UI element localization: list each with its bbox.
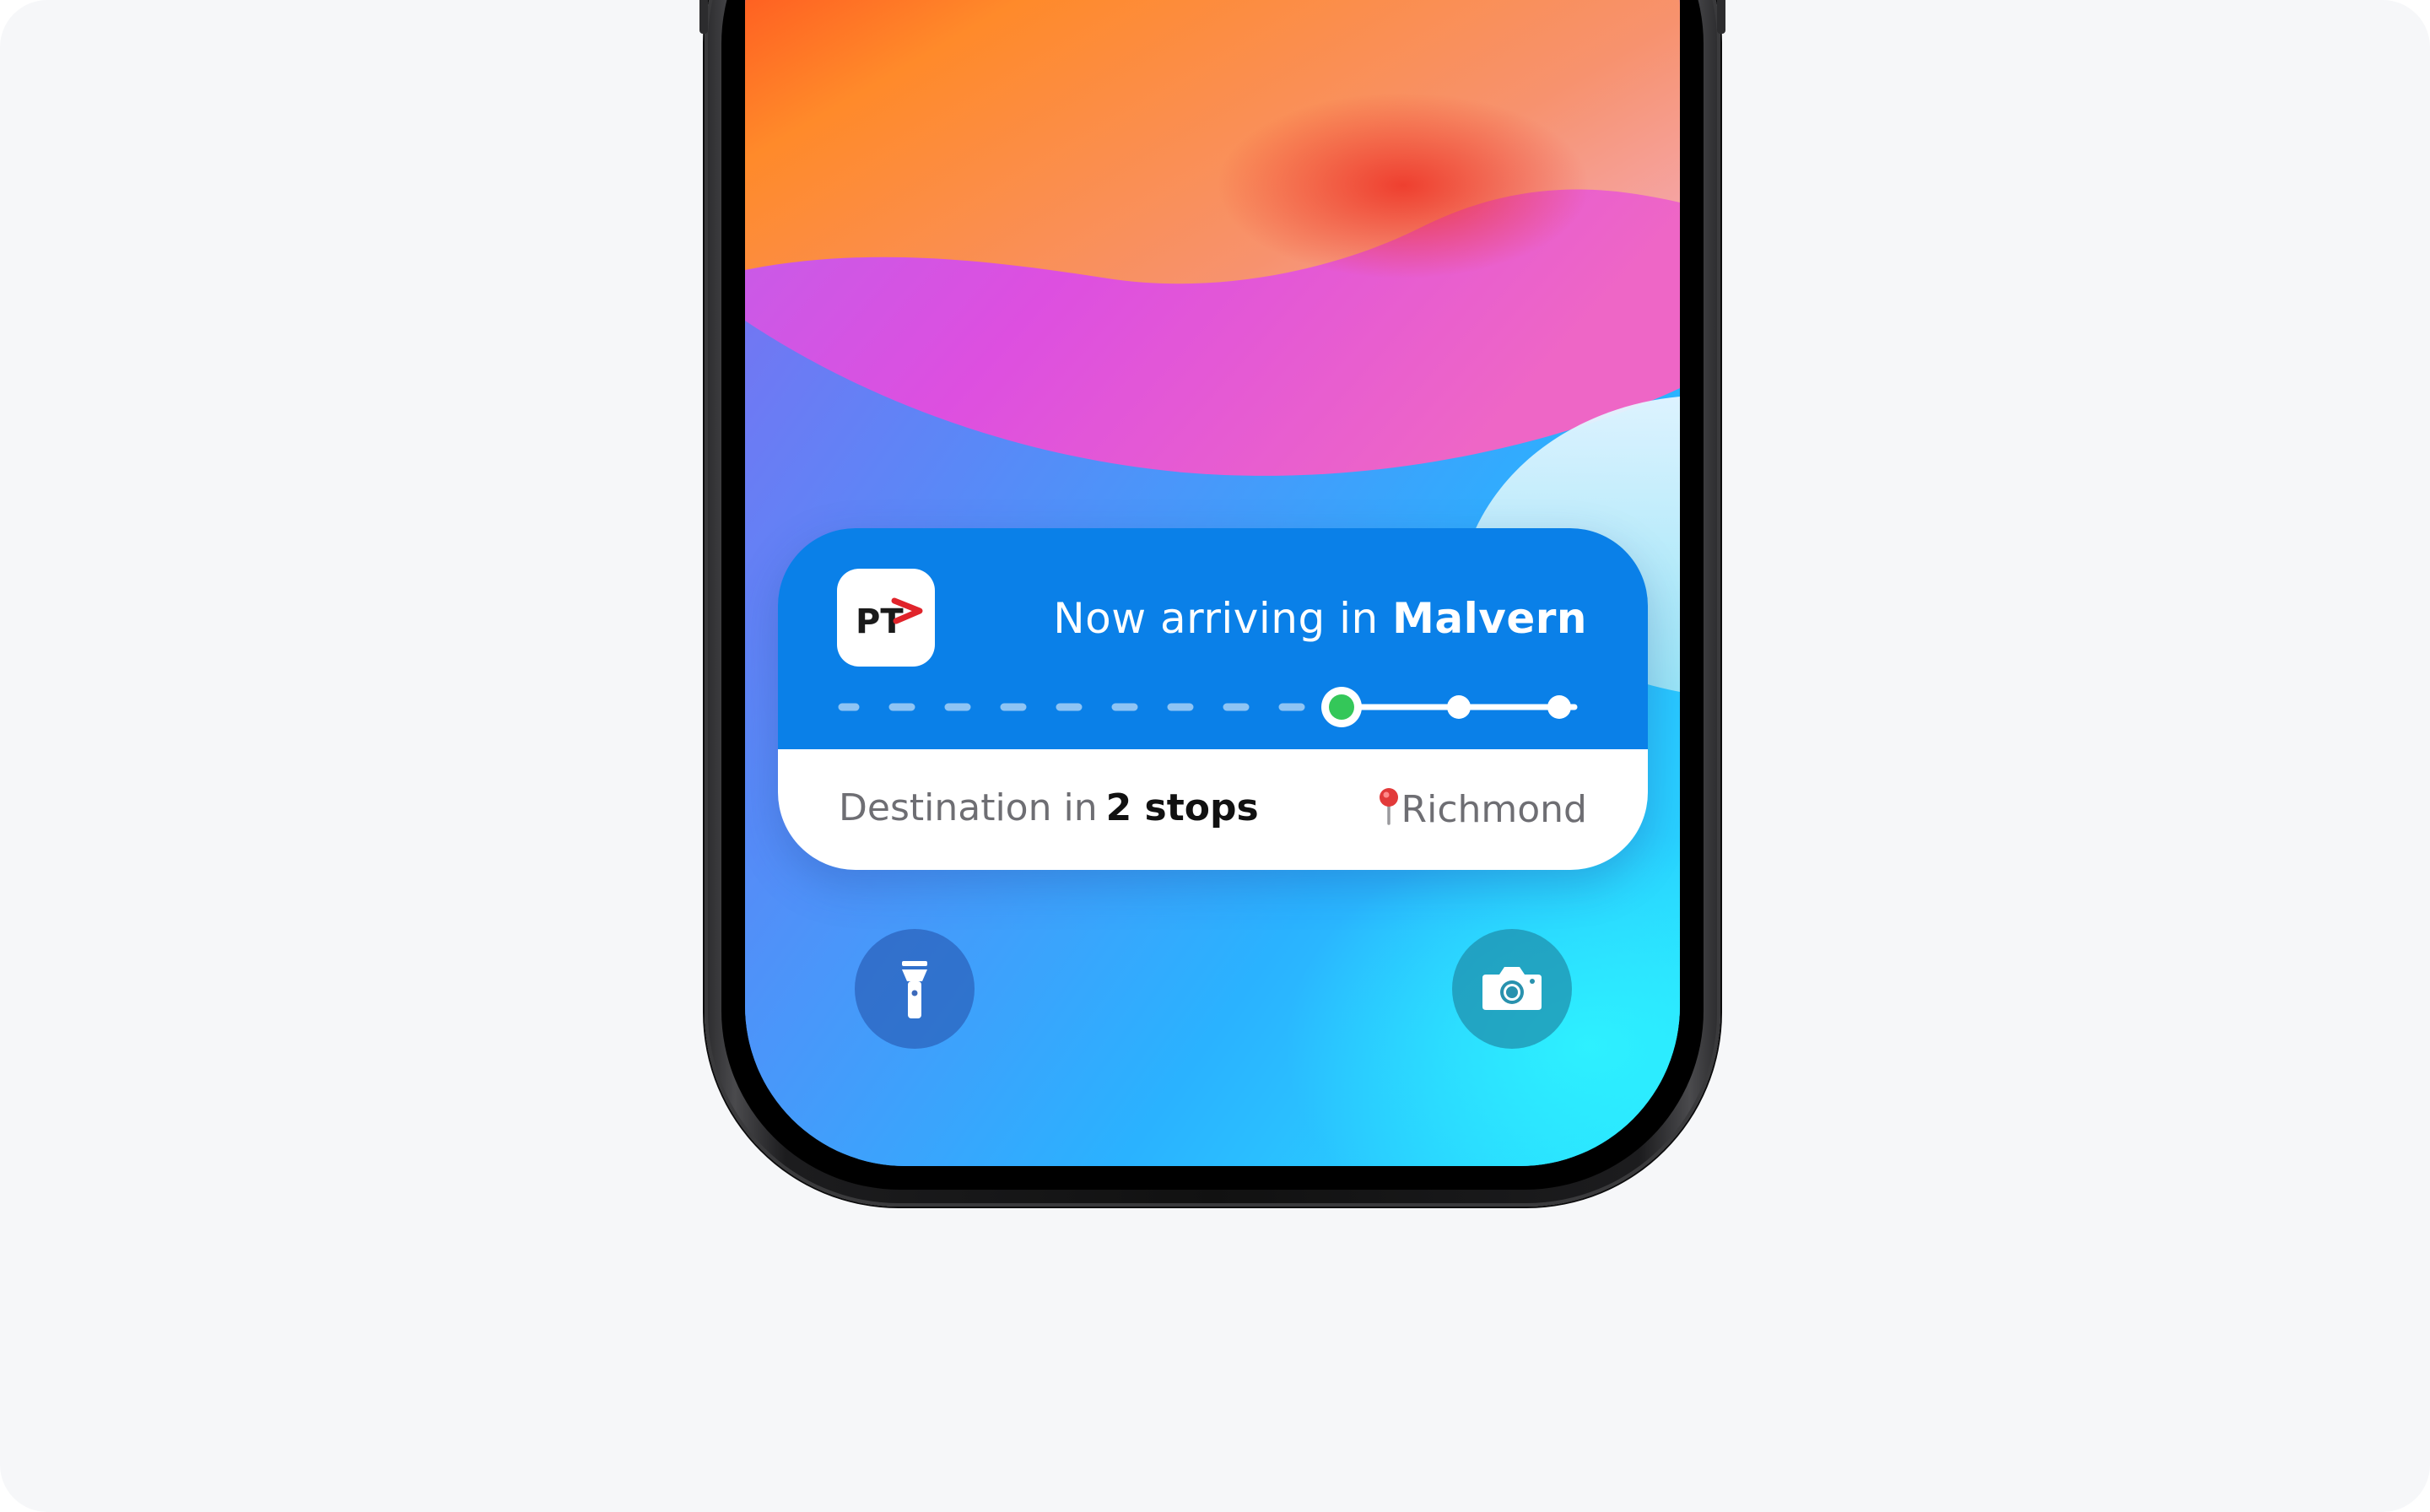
destination-prefix: Destination in <box>839 786 1098 829</box>
pt-app-icon[interactable]: PT <box>837 569 935 667</box>
destination-summary: Destination in 2 stops <box>839 786 1259 829</box>
camera-button[interactable] <box>1452 929 1572 1049</box>
next-stop-marker <box>1447 695 1471 719</box>
current-stop-dot <box>1329 694 1354 720</box>
arrival-station: Malvern <box>1392 594 1587 643</box>
destination-stop-marker <box>1547 695 1571 719</box>
camera-icon <box>1482 967 1542 1010</box>
live-activity-card[interactable]: PT Now arriving in Malvern Destination i… <box>778 528 1648 870</box>
journey-progress-track <box>838 687 1578 727</box>
arrival-prefix: Now arriving in <box>1053 594 1379 643</box>
pt-logo-icon: PT <box>856 597 923 641</box>
map-pin-icon <box>1379 788 1398 825</box>
destination-stops: 2 stops <box>1105 786 1259 829</box>
flashlight-button[interactable] <box>855 929 975 1049</box>
page-background: PT Now arriving in Malvern Destination i… <box>0 0 2430 1512</box>
side-button-right <box>1717 0 1725 34</box>
side-button-left <box>699 0 708 34</box>
arrival-headline: Now arriving in Malvern <box>1053 594 1587 643</box>
destination-place: Richmond <box>1378 786 1587 831</box>
destination-place-label: Richmond <box>1401 788 1587 831</box>
flashlight-icon <box>902 961 927 1018</box>
